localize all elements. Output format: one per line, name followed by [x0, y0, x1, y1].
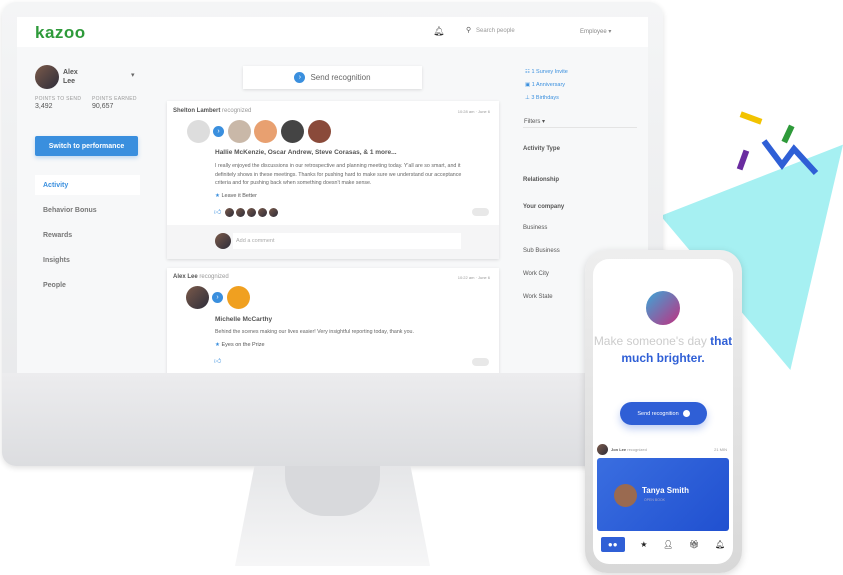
confetti: [739, 111, 763, 125]
phone-screen: Make someone's day that much brighter. S…: [593, 259, 733, 564]
nav-activity[interactable]: Activity: [35, 175, 140, 195]
app-screen: kazoo 🔔︎ ⚲ Search people Employee ▾ Alex…: [17, 17, 648, 373]
feed-post: Shelton Lambert recognized 10:28 am · Ju…: [167, 101, 499, 259]
post-value: ★ Eyes on the Prize: [215, 342, 265, 348]
like-icon[interactable]: 👍︎: [214, 207, 221, 216]
tab-rewards-icon[interactable]: 🎁︎: [689, 540, 699, 549]
post-header: Alex Lee recognized: [173, 274, 229, 280]
event-survey-invite[interactable]: ☷ 1 Survey Invite: [525, 66, 568, 79]
divider: [523, 127, 637, 128]
tab-star-icon[interactable]: ★: [640, 540, 647, 549]
card-value: OPEN BOOK: [644, 498, 666, 502]
filters-dropdown[interactable]: Filters ▾: [524, 118, 545, 125]
tab-profile-icon[interactable]: 👤︎: [663, 540, 673, 549]
nav-insights[interactable]: Insights: [35, 250, 140, 270]
filter-work-city[interactable]: Work City: [523, 271, 549, 277]
post-message: I really enjoyed the discussions in our …: [215, 163, 462, 186]
reaction-avatars[interactable]: [225, 208, 278, 217]
user-avatar[interactable]: [35, 65, 59, 89]
points-to-send-label: POINTS TO SEND: [35, 96, 82, 102]
post-value: ★ Leave it Better: [215, 193, 257, 199]
filter-relationship[interactable]: Relationship: [523, 177, 559, 183]
post-time: 10:22 am · June 6: [457, 275, 490, 280]
comment-area: Add a comment: [167, 225, 499, 259]
event-birthdays[interactable]: ⊥ 3 Birthdays: [525, 92, 568, 105]
commenter-avatar: [215, 233, 231, 249]
comment-input[interactable]: Add a comment: [233, 233, 461, 249]
chevron-right-icon: ›: [212, 292, 223, 303]
phone-headline: Make someone's day that much brighter.: [593, 333, 733, 367]
nav-people[interactable]: People: [35, 275, 140, 295]
post-recipients[interactable]: Michelle McCarthy: [215, 316, 272, 323]
events-list: ☷ 1 Survey Invite ▣ 1 Anniversary ⊥ 3 Bi…: [525, 66, 568, 105]
nav-behavior-bonus[interactable]: Behavior Bonus: [35, 200, 140, 220]
card-name: Tanya Smith: [642, 486, 689, 495]
recipient-avatar: [614, 484, 637, 507]
event-anniversary[interactable]: ▣ 1 Anniversary: [525, 79, 568, 92]
company-label: Your company: [523, 204, 565, 210]
recipient-avatar[interactable]: [308, 120, 331, 143]
confetti: [736, 149, 750, 171]
filter-work-state[interactable]: Work State: [523, 294, 553, 300]
points-earned-label: POINTS EARNED: [92, 96, 137, 102]
phone-feed-time: 21 MIN: [714, 447, 727, 452]
phone: Make someone's day that much brighter. S…: [585, 250, 742, 573]
recognition-card[interactable]: Tanya Smith OPEN BOOK: [597, 458, 729, 531]
sender-avatar[interactable]: [187, 120, 210, 143]
switch-to-performance-button[interactable]: Switch to performance: [35, 136, 138, 156]
filter-sub-business[interactable]: Sub Business: [523, 248, 560, 254]
post-time: 10:28 am · June 6: [457, 109, 490, 114]
search-icon: ⚲: [466, 27, 472, 34]
user-menu-caret[interactable]: ▾: [131, 71, 135, 79]
user-name: Alex Lee: [63, 69, 78, 85]
visibility-toggle[interactable]: [472, 358, 489, 366]
phone-send-recognition-button[interactable]: Send recognition: [620, 402, 707, 425]
post-message: Behind the scenes making our lives easie…: [215, 329, 414, 335]
recipient-avatar[interactable]: [281, 120, 304, 143]
send-recognition-button[interactable]: › Send recognition: [243, 66, 422, 89]
sender-avatar[interactable]: [186, 286, 209, 309]
visibility-toggle[interactable]: [472, 208, 489, 216]
recipient-avatar[interactable]: [228, 120, 251, 143]
confetti-zigzag: [761, 139, 819, 176]
points-to-send-value: 3,492: [35, 103, 53, 110]
chat-icon: [682, 410, 690, 417]
post-author[interactable]: Alex Lee: [173, 274, 198, 280]
nav-rewards[interactable]: Rewards: [35, 225, 140, 245]
chevron-right-icon: ›: [213, 126, 224, 137]
kazoo-logo[interactable]: kazoo: [35, 23, 86, 43]
tab-feed-icon[interactable]: ●●: [600, 536, 625, 552]
role-dropdown[interactable]: Employee ▾: [580, 28, 611, 35]
like-icon[interactable]: 👍︎: [214, 356, 221, 365]
recipient-avatar[interactable]: [227, 286, 250, 309]
post-recipients[interactable]: Hallie McKenzie, Oscar Andrew, Steve Cor…: [215, 149, 397, 156]
post-author[interactable]: Shelton Lambert: [173, 108, 220, 114]
search-input[interactable]: Search people: [476, 28, 515, 34]
top-bar: kazoo 🔔︎ ⚲ Search people Employee ▾: [17, 17, 648, 47]
headline-light: Make someone's day: [593, 334, 707, 348]
star-icon: ★: [215, 193, 220, 199]
phone-feed-header: Jon Lee recognized: [611, 447, 647, 452]
send-recognition-label: Send recognition: [310, 73, 371, 82]
bell-icon[interactable]: 🔔︎: [433, 26, 444, 37]
phone-tab-bar: ●● ★ 👤︎ 🎁︎ 🔔︎: [593, 532, 733, 556]
points-earned-value: 90,657: [92, 103, 114, 110]
role-label: Employee: [580, 29, 607, 35]
chevron-right-icon: ›: [294, 72, 306, 83]
filter-activity-type[interactable]: Activity Type: [523, 146, 560, 152]
star-icon: ★: [215, 342, 220, 348]
feed-post: Alex Lee recognized 10:22 am · June 6 › …: [167, 268, 499, 373]
phone-avatar: [646, 291, 680, 325]
monitor-chin: [2, 373, 663, 466]
filter-business[interactable]: Business: [523, 225, 547, 231]
feed-avatar: [597, 444, 608, 455]
tab-bell-icon[interactable]: 🔔︎: [715, 540, 725, 549]
recipient-avatar[interactable]: [254, 120, 277, 143]
post-header: Shelton Lambert recognized: [173, 108, 252, 114]
